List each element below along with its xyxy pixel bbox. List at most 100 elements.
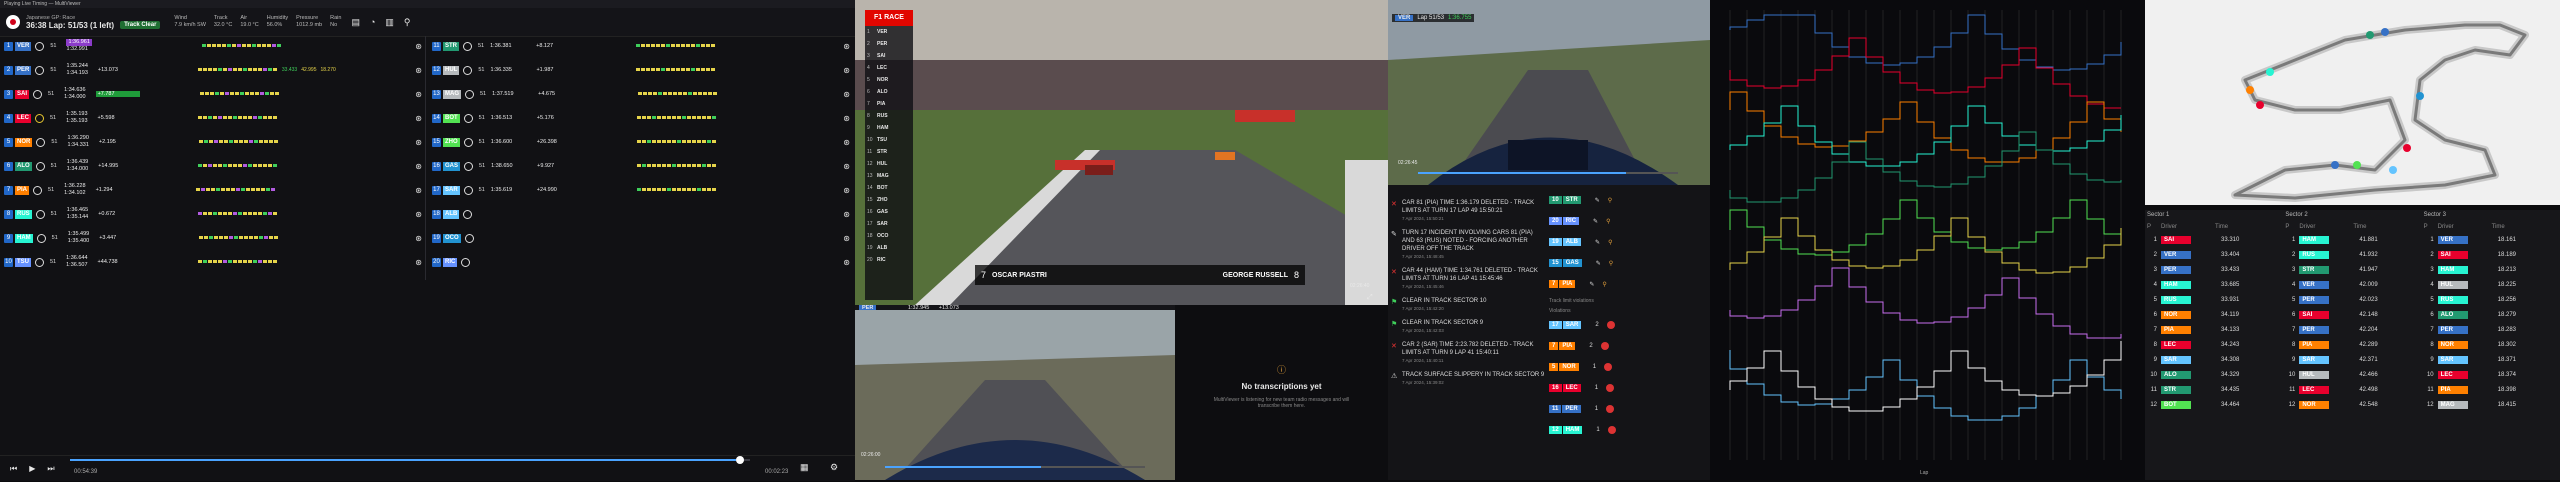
violation-row[interactable]: 16 LEC 1	[1549, 379, 1706, 397]
rain-value: No	[330, 22, 338, 28]
tower-driver: ALO	[877, 89, 888, 95]
violation-row[interactable]: 5 NOR 1	[1549, 358, 1706, 376]
mini-sector	[214, 92, 219, 95]
steering-wheel-icon[interactable]: ⊛	[843, 138, 850, 147]
driver-row[interactable]: 13 MAG 51 1:37.519 +4.675 ⊛	[432, 86, 852, 102]
mini-sector	[267, 116, 272, 119]
driver-row[interactable]: 12 HUL 51 1:36.335 +1.987 ⊛	[432, 62, 852, 78]
driver-row[interactable]: 6 ALO 51 1:36.439 1:34.000 +14.995 ⊛	[4, 158, 424, 174]
steering-wheel-icon[interactable]: ⊛	[415, 90, 422, 99]
seek-handle[interactable]	[736, 456, 745, 464]
chart-icon[interactable]: ▥	[385, 17, 394, 28]
grid-icon[interactable]: ▦	[800, 462, 809, 473]
steering-wheel-icon[interactable]: ⊛	[843, 210, 850, 219]
steering-wheel-icon[interactable]: ⊛	[415, 42, 422, 51]
lap-times: 1:36.439 1:34.000	[63, 159, 88, 173]
driver-row[interactable]: 17 SAR 51 1:35.619 +24.990 ⊛	[432, 182, 852, 198]
search-icon[interactable]: ⚲	[1606, 218, 1610, 225]
driver-row[interactable]: 7 PIA 51 1:36.228 1:34.102 +1.294 ⊛	[4, 182, 424, 198]
steering-wheel-icon[interactable]: ⊛	[415, 66, 422, 75]
onboard-bottom-seek[interactable]	[885, 466, 1145, 468]
sector-driver: SAR	[2161, 355, 2191, 364]
steering-wheel-icon[interactable]: ⊛	[415, 162, 422, 171]
skip-forward-icon[interactable]: ⏭	[47, 464, 54, 474]
pin-icon[interactable]: ⚲	[404, 17, 411, 28]
search-icon[interactable]: ⚲	[1602, 281, 1606, 288]
steering-wheel-icon[interactable]: ⊛	[415, 258, 422, 267]
steering-wheel-icon[interactable]: ⊛	[843, 234, 850, 243]
track-limit-row[interactable]: 20 RIC ✎ ⚲	[1549, 212, 1706, 230]
onboard-video-bottom[interactable]: 02:26:00	[855, 310, 1175, 480]
violation-row[interactable]: 11 PER 1	[1549, 400, 1706, 418]
track-limit-row[interactable]: 15 GAS ✎ ⚲	[1549, 254, 1706, 272]
gauge-icon[interactable]: ◔	[370, 17, 375, 27]
mini-sector	[696, 68, 701, 71]
track-limit-row[interactable]: 19 ALB ✎ ⚲	[1549, 233, 1706, 251]
steering-wheel-icon[interactable]: ⊛	[843, 66, 850, 75]
track-limit-row[interactable]: 7 PIA ✎ ⚲	[1549, 275, 1706, 293]
search-icon[interactable]: ⚲	[1608, 197, 1612, 204]
driver-row[interactable]: 5 NOR 51 1:36.290 1:34.331 +2.195 ⊛	[4, 134, 424, 150]
message-text: CLEAR IN TRACK SECTOR 10	[1402, 298, 1487, 304]
tower-driver: GAS	[877, 209, 888, 215]
violation-row[interactable]: 17 SAR 2	[1549, 316, 1706, 334]
caption-right-name: GEORGE RUSSELL	[1222, 271, 1288, 279]
mini-sector	[268, 140, 273, 143]
driver-row[interactable]: 18 ALB ⊛	[432, 206, 852, 222]
steering-wheel-icon[interactable]: ⊛	[415, 210, 422, 219]
tower-position: 15	[867, 197, 873, 203]
tower-position: 3	[867, 53, 870, 59]
driver-row[interactable]: 2 PER 51 1:35.244 1:34.193 +13.073 33.433 42.99…	[4, 62, 424, 78]
search-icon[interactable]: ⚲	[1609, 260, 1613, 267]
sector-row: 11 LEC 42.498	[2285, 382, 2421, 397]
driver-row[interactable]: 10 TSU 51 1:36.644 1:36.507 +44.738 ⊛	[4, 254, 424, 270]
violation-row[interactable]: 7 PIA 2	[1549, 337, 1706, 355]
mini-sector	[234, 236, 239, 239]
steering-wheel-icon[interactable]: ⊛	[843, 90, 850, 99]
message-timestamp: 7 Apr 2024, 15:48:45	[1402, 254, 1444, 259]
edit-icon[interactable]: ✎	[1589, 281, 1594, 288]
play-icon[interactable]: ▶	[29, 464, 35, 473]
driver-row[interactable]: 4 LEC 51 1:35.193 1:35.193 +5.598 ⊛	[4, 110, 424, 126]
edit-icon[interactable]: ✎	[1595, 197, 1600, 204]
driver-row[interactable]: 11 STR 51 1:36.381 +8.127 ⊛	[432, 38, 852, 54]
steering-wheel-icon[interactable]: ⊛	[843, 114, 850, 123]
main-video-feed[interactable]: F1 RACE 1 VER 2 PER 3 SAI 4 LEC 5 NOR 6 ALO 7 PIA 8 RUS…	[855, 0, 1388, 305]
search-icon[interactable]: ⚲	[1608, 239, 1612, 246]
steering-wheel-icon[interactable]: ⊛	[843, 42, 850, 51]
mini-sector	[691, 68, 696, 71]
steering-wheel-icon[interactable]: ⊛	[843, 258, 850, 267]
sector-time: 42.548	[2359, 401, 2378, 408]
driver-row[interactable]: 8 RUS 51 1:36.465 1:35.144 +0.672 ⊛	[4, 206, 424, 222]
document-icon[interactable]: ▤	[351, 17, 360, 28]
cross-icon: ✕	[1391, 269, 1397, 276]
onboard-video-top[interactable]: VER Lap 51/53 1:36.755 02:26:45	[1388, 0, 1710, 185]
fullscreen-icon[interactable]: ⤢	[1367, 294, 1373, 302]
track-limit-row[interactable]: 10 STR ✎ ⚲	[1549, 191, 1706, 209]
driver-row[interactable]: 16 GAS 51 1:38.650 +9.927 ⊛	[432, 158, 852, 174]
mini-sector	[206, 44, 211, 47]
steering-wheel-icon[interactable]: ⊛	[415, 114, 422, 123]
mini-sector	[208, 164, 213, 167]
steering-wheel-icon[interactable]: ⊛	[415, 138, 422, 147]
driver-row[interactable]: 20 RIC ⊛	[432, 254, 852, 270]
driver-row[interactable]: 3 SAI 51 1:34.636 1:34.000 +7.787 ⊛	[4, 86, 424, 102]
edit-icon[interactable]: ✎	[1595, 239, 1600, 246]
violation-row[interactable]: 12 HAM 1	[1549, 421, 1706, 439]
driver-row[interactable]: 15 ZHO 51 1:36.600 +26.398 ⊛	[432, 134, 852, 150]
onboard-top-seek[interactable]	[1418, 172, 1678, 174]
driver-row[interactable]: 14 BOT 51 1:36.513 +5.176 ⊛	[432, 110, 852, 126]
steering-wheel-icon[interactable]: ⊛	[415, 234, 422, 243]
steering-wheel-icon[interactable]: ⊛	[843, 162, 850, 171]
edit-icon[interactable]: ✎	[1593, 218, 1598, 225]
edit-icon[interactable]: ✎	[1596, 260, 1601, 267]
seek-bar[interactable]	[70, 456, 750, 464]
skip-back-icon[interactable]: ⏮	[10, 464, 17, 474]
settings-icon[interactable]: ⚙	[830, 462, 838, 473]
steering-wheel-icon[interactable]: ⊛	[415, 186, 422, 195]
driver-row[interactable]: 9 HAM 51 1:35.499 1:35.400 +3.447 ⊛	[4, 230, 424, 246]
driver-row[interactable]: 1 VER 51 1:36.961 1:32.991 ⊛	[4, 38, 424, 54]
driver-row[interactable]: 19 OCO ⊛	[432, 230, 852, 246]
steering-wheel-icon[interactable]: ⊛	[843, 186, 850, 195]
message-timestamp: 7 Apr 2024, 15:42:03	[1402, 328, 1444, 333]
